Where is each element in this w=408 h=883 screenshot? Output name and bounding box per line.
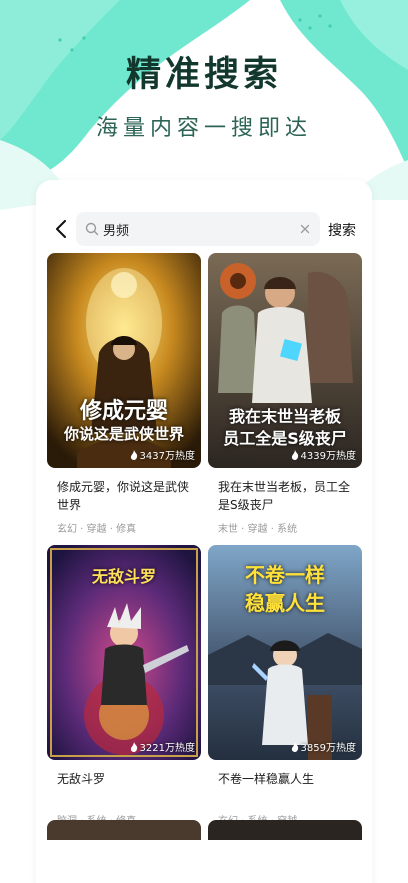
search-button[interactable]: 搜索 <box>328 220 356 240</box>
cover-title-line1: 修成元婴 <box>79 399 168 424</box>
back-button[interactable] <box>50 216 72 242</box>
search-query-text: 男频 <box>103 224 130 239</box>
heat-badge: 3221万热度 <box>130 739 195 754</box>
chevron-left-icon <box>56 220 66 238</box>
search-input[interactable]: 男频 <box>76 212 320 246</box>
cover-title-line2: 员工全是S级丧尸 <box>223 429 347 448</box>
book-cover: 无敌斗罗 3221万热度 <box>47 545 201 760</box>
heat-badge: 4339万热度 <box>291 447 356 462</box>
flame-icon <box>130 449 137 460</box>
result-card[interactable]: 修成元婴 你说这是武侠世界 3437万热度 修成元婴，你说这是武侠世界 玄幻 ·… <box>47 253 201 535</box>
book-title: 修成元婴，你说这是武侠世界 <box>57 480 190 512</box>
hero-title: 精准搜索 <box>125 55 282 95</box>
search-bar: 男频 搜索 <box>36 212 372 246</box>
search-icon <box>85 222 99 236</box>
book-cover: 修成元婴 你说这是武侠世界 3437万热度 <box>47 253 201 468</box>
book-tags: 末世 · 穿越 · 系统 <box>218 524 298 535</box>
book-cover: 不卷一样 稳赢人生 3859万热度 <box>208 545 362 760</box>
heat-count: 3859万热度 <box>300 743 356 754</box>
result-card[interactable]: 我在末世当老板 员工全是S级丧尸 4339万热度 我在末世当老板，员工全是S级丧… <box>208 253 362 535</box>
cover-title-line1: 无敌斗罗 <box>91 567 156 586</box>
hero-subtitle: 海量内容一搜即达 <box>95 116 312 141</box>
close-icon[interactable] <box>298 222 312 236</box>
flame-icon <box>291 741 298 752</box>
heat-badge: 3437万热度 <box>130 447 195 462</box>
book-title: 不卷一样稳赢人生 <box>218 772 315 786</box>
flame-icon <box>291 449 298 460</box>
phone-screen-card: 男频 搜索 修成元婴 你说这是武侠世界 3437万热度 修成元婴，你说这是武侠世… <box>36 180 372 883</box>
book-tags: 玄幻 · 穿越 · 修真 <box>57 524 137 535</box>
cover-title-line2: 稳赢人生 <box>245 591 325 615</box>
heat-count: 3437万热度 <box>139 451 195 462</box>
flame-icon <box>130 741 137 752</box>
heat-count: 4339万热度 <box>300 451 356 462</box>
book-cover: 我在末世当老板 员工全是S级丧尸 4339万热度 <box>208 253 362 468</box>
result-card-peek[interactable] <box>47 820 201 840</box>
result-card[interactable]: 无敌斗罗 3221万热度 无敌斗罗 脑洞 · 系统 · 修真 <box>47 545 201 827</box>
heat-count: 3221万热度 <box>139 743 195 754</box>
cover-title-line1: 我在末世当老板 <box>228 407 341 426</box>
cover-title-line1: 不卷一样 <box>245 563 325 587</box>
book-title: 我在末世当老板，员工全是S级丧尸 <box>218 480 351 512</box>
heat-badge: 3859万热度 <box>291 739 356 754</box>
result-card-peek[interactable] <box>208 820 362 840</box>
book-title: 无敌斗罗 <box>57 772 106 786</box>
cover-title-line2: 你说这是武侠世界 <box>63 425 184 443</box>
result-card[interactable]: 不卷一样 稳赢人生 3859万热度 不卷一样稳赢人生 玄幻 · 系统 · 穿越 <box>208 545 362 827</box>
